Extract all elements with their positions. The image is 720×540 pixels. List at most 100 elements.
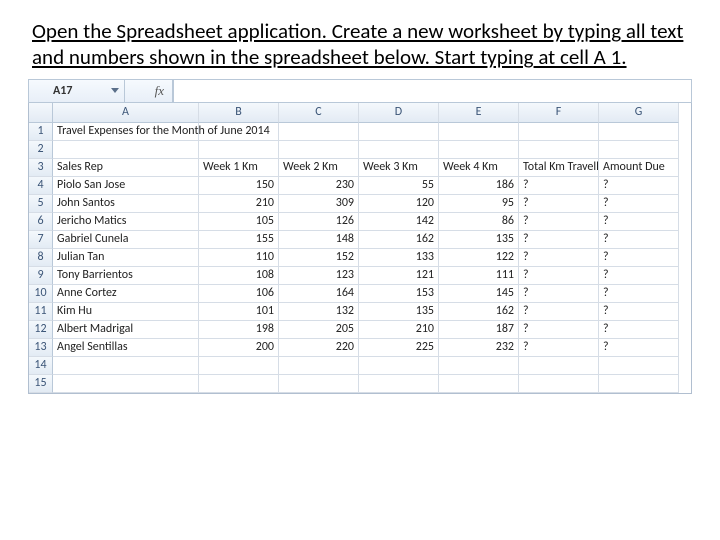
column-header-F[interactable]: F	[519, 103, 599, 123]
cell-F4[interactable]: ?	[519, 177, 599, 195]
cell-C7[interactable]: 148	[279, 231, 359, 249]
cell-G3[interactable]: Amount Due	[599, 159, 679, 177]
column-header-E[interactable]: E	[439, 103, 519, 123]
cell-D10[interactable]: 153	[359, 285, 439, 303]
cell-A2[interactable]	[53, 141, 199, 159]
cell-G9[interactable]: ?	[599, 267, 679, 285]
cell-G12[interactable]: ?	[599, 321, 679, 339]
name-box[interactable]: A17	[29, 80, 125, 102]
cell-F9[interactable]: ?	[519, 267, 599, 285]
cell-F10[interactable]: ?	[519, 285, 599, 303]
column-header-A[interactable]: A	[53, 103, 199, 123]
cell-C14[interactable]	[279, 357, 359, 375]
row-header-5[interactable]: 5	[29, 195, 53, 213]
cell-F12[interactable]: ?	[519, 321, 599, 339]
cell-F11[interactable]: ?	[519, 303, 599, 321]
worksheet-grid[interactable]: ABCDEFG1Travel Expenses for the Month of…	[28, 103, 692, 394]
cell-C11[interactable]: 132	[279, 303, 359, 321]
cell-F13[interactable]: ?	[519, 339, 599, 357]
cell-C2[interactable]	[279, 141, 359, 159]
cell-E3[interactable]: Week 4 Km	[439, 159, 519, 177]
cell-A6[interactable]: Jericho Matics	[53, 213, 199, 231]
cell-F5[interactable]: ?	[519, 195, 599, 213]
cell-E4[interactable]: 186	[439, 177, 519, 195]
cell-D5[interactable]: 120	[359, 195, 439, 213]
cell-F3[interactable]: Total Km Travelled	[519, 159, 599, 177]
cell-E14[interactable]	[439, 357, 519, 375]
row-header-3[interactable]: 3	[29, 159, 53, 177]
row-header-7[interactable]: 7	[29, 231, 53, 249]
cell-D4[interactable]: 55	[359, 177, 439, 195]
cell-E8[interactable]: 122	[439, 249, 519, 267]
cell-F1[interactable]	[519, 123, 599, 141]
cell-A13[interactable]: Angel Sentillas	[53, 339, 199, 357]
cell-B11[interactable]: 101	[199, 303, 279, 321]
row-header-13[interactable]: 13	[29, 339, 53, 357]
cell-A8[interactable]: Julian Tan	[53, 249, 199, 267]
cell-F6[interactable]: ?	[519, 213, 599, 231]
cell-E7[interactable]: 135	[439, 231, 519, 249]
cell-G8[interactable]: ?	[599, 249, 679, 267]
row-header-6[interactable]: 6	[29, 213, 53, 231]
cell-E2[interactable]	[439, 141, 519, 159]
cell-F15[interactable]	[519, 375, 599, 393]
row-header-15[interactable]: 15	[29, 375, 53, 393]
row-header-10[interactable]: 10	[29, 285, 53, 303]
column-header-B[interactable]: B	[199, 103, 279, 123]
cell-B9[interactable]: 108	[199, 267, 279, 285]
cell-B15[interactable]	[199, 375, 279, 393]
row-header-14[interactable]: 14	[29, 357, 53, 375]
cell-B4[interactable]: 150	[199, 177, 279, 195]
cell-G5[interactable]: ?	[599, 195, 679, 213]
cell-D13[interactable]: 225	[359, 339, 439, 357]
cell-B14[interactable]	[199, 357, 279, 375]
cell-A10[interactable]: Anne Cortez	[53, 285, 199, 303]
cell-C8[interactable]: 152	[279, 249, 359, 267]
cell-B13[interactable]: 200	[199, 339, 279, 357]
cell-B12[interactable]: 198	[199, 321, 279, 339]
cell-F14[interactable]	[519, 357, 599, 375]
cell-G14[interactable]	[599, 357, 679, 375]
cell-E9[interactable]: 111	[439, 267, 519, 285]
cell-F8[interactable]: ?	[519, 249, 599, 267]
column-header-G[interactable]: G	[599, 103, 679, 123]
row-header-11[interactable]: 11	[29, 303, 53, 321]
cell-D9[interactable]: 121	[359, 267, 439, 285]
cell-E6[interactable]: 86	[439, 213, 519, 231]
cell-G7[interactable]: ?	[599, 231, 679, 249]
cell-B8[interactable]: 110	[199, 249, 279, 267]
cell-D12[interactable]: 210	[359, 321, 439, 339]
cell-A12[interactable]: Albert Madrigal	[53, 321, 199, 339]
cell-C3[interactable]: Week 2 Km	[279, 159, 359, 177]
cell-B3[interactable]: Week 1 Km	[199, 159, 279, 177]
row-header-4[interactable]: 4	[29, 177, 53, 195]
cell-D8[interactable]: 133	[359, 249, 439, 267]
cell-B2[interactable]	[199, 141, 279, 159]
cell-G1[interactable]	[599, 123, 679, 141]
cell-G6[interactable]: ?	[599, 213, 679, 231]
cell-E5[interactable]: 95	[439, 195, 519, 213]
row-header-2[interactable]: 2	[29, 141, 53, 159]
cell-D15[interactable]	[359, 375, 439, 393]
cell-D1[interactable]	[359, 123, 439, 141]
cell-B10[interactable]: 106	[199, 285, 279, 303]
cell-D7[interactable]: 162	[359, 231, 439, 249]
cell-C5[interactable]: 309	[279, 195, 359, 213]
cell-B6[interactable]: 105	[199, 213, 279, 231]
row-header-1[interactable]: 1	[29, 123, 53, 141]
row-header-8[interactable]: 8	[29, 249, 53, 267]
cell-A3[interactable]: Sales Rep	[53, 159, 199, 177]
cell-C12[interactable]: 205	[279, 321, 359, 339]
cell-E1[interactable]	[439, 123, 519, 141]
column-header-D[interactable]: D	[359, 103, 439, 123]
row-header-12[interactable]: 12	[29, 321, 53, 339]
cell-C4[interactable]: 230	[279, 177, 359, 195]
cell-A9[interactable]: Tony Barrientos	[53, 267, 199, 285]
cell-C6[interactable]: 126	[279, 213, 359, 231]
cell-B5[interactable]: 210	[199, 195, 279, 213]
cell-E11[interactable]: 162	[439, 303, 519, 321]
cell-E10[interactable]: 145	[439, 285, 519, 303]
cell-G10[interactable]: ?	[599, 285, 679, 303]
name-box-dropdown-icon[interactable]	[110, 86, 120, 96]
cell-G15[interactable]	[599, 375, 679, 393]
